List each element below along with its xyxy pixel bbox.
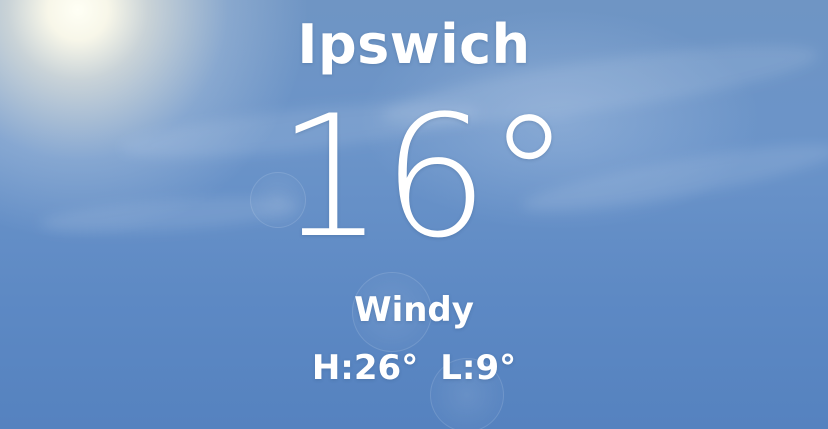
high-temperature: H:26° (311, 348, 419, 388)
weather-background: Ipswich 16° Windy H:26° L:9° (0, 0, 828, 429)
low-temperature: L:9° (440, 348, 517, 388)
city-name: Ipswich (297, 13, 531, 76)
high-low-temperatures: H:26° L:9° (0, 346, 828, 390)
weather-condition: Windy (354, 290, 474, 330)
current-temperature: 16° (277, 79, 571, 275)
current-weather-summary: Ipswich 16° Windy H:26° L:9° (0, 0, 828, 429)
